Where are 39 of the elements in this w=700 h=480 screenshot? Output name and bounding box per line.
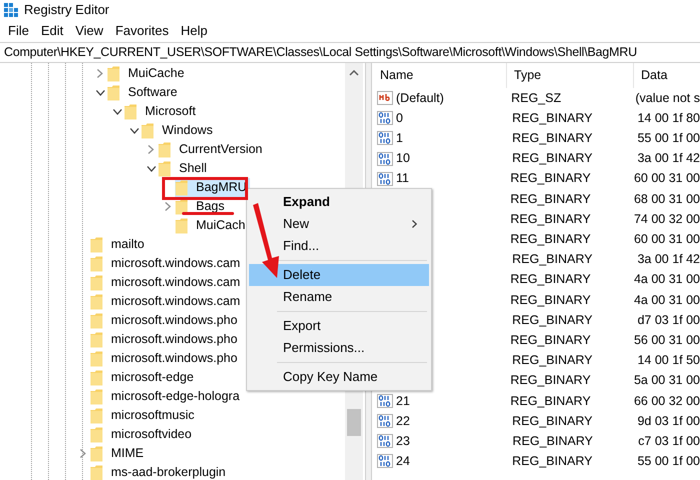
value-data: 14 00 1f 80 bbox=[637, 110, 700, 125]
value-type: REG_BINARY bbox=[512, 131, 592, 146]
value-data: 55 00 1f 00 bbox=[637, 454, 700, 468]
value-data: 14 00 1f 50 bbox=[637, 353, 700, 368]
value-type: REG_BINARY bbox=[510, 394, 591, 408]
value-type: REG_BINARY bbox=[510, 171, 591, 186]
value-type: REG_BINARY bbox=[512, 454, 592, 468]
value-type: REG_BINARY bbox=[510, 192, 591, 206]
value-type: REG_BINARY bbox=[512, 434, 593, 448]
value-type: REG_BINARY bbox=[510, 212, 591, 226]
value-type: REG_BINARY bbox=[510, 332, 591, 347]
value-data: 4a 00 31 00 bbox=[634, 272, 700, 286]
value-data: 9d 03 1f 00 bbox=[637, 414, 700, 428]
value-type: REG_SZ bbox=[511, 90, 562, 105]
value-type: REG_BINARY bbox=[510, 232, 591, 246]
value-data: 60 00 31 00 bbox=[634, 171, 700, 186]
value-data: 56 00 31 00 bbox=[634, 332, 700, 347]
value-type: REG_BINARY bbox=[512, 414, 592, 428]
value-data: (value not s bbox=[635, 90, 700, 105]
value-type: REG_BINARY bbox=[510, 373, 591, 388]
value-data: 55 00 1f 00 bbox=[637, 131, 700, 146]
value-data: 68 00 31 00 bbox=[634, 192, 700, 206]
value-data: 3a 00 1f 42 bbox=[637, 151, 700, 166]
value-data: 4a 00 31 00 bbox=[634, 292, 700, 307]
value-type: REG_BINARY bbox=[510, 292, 591, 307]
value-data: 66 00 32 00 bbox=[634, 394, 700, 408]
value-data: d7 03 1f 00 bbox=[637, 312, 700, 327]
value-type: REG_BINARY bbox=[512, 151, 592, 166]
value-type: REG_BINARY bbox=[510, 272, 591, 286]
value-data: 3a 00 1f 42 bbox=[637, 252, 700, 266]
value-type: REG_BINARY bbox=[512, 110, 592, 125]
value-data: c7 03 1f 00 bbox=[638, 434, 700, 448]
window-title: Registry Editor bbox=[24, 1, 110, 20]
value-type: REG_BINARY bbox=[512, 312, 592, 327]
value-data: 74 00 32 00 bbox=[634, 212, 700, 226]
value-type: REG_BINARY bbox=[512, 252, 592, 266]
value-type: REG_BINARY bbox=[512, 353, 592, 368]
value-data: 5a 00 31 00 bbox=[634, 373, 700, 388]
value-data: 60 00 31 00 bbox=[634, 232, 700, 246]
